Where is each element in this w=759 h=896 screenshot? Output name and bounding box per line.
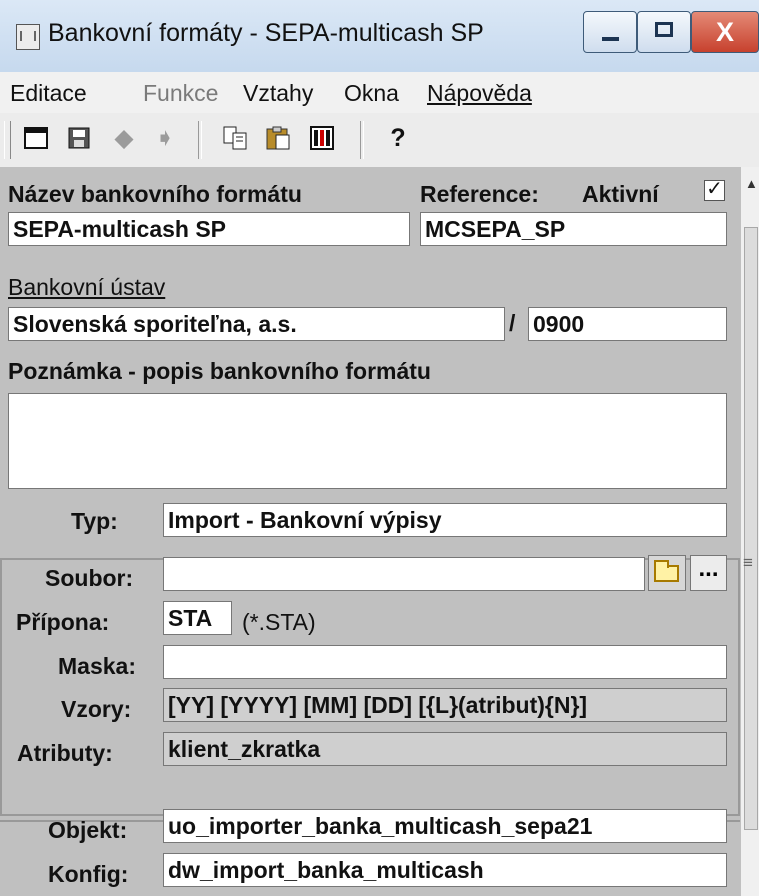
active-checkbox[interactable]: ✓ <box>704 179 725 201</box>
patterns-display: [YY] [YYYY] [MM] [DD] [{L}(atribut){N}] <box>163 688 727 722</box>
menu-napoveda[interactable]: Nápověda <box>427 80 532 107</box>
application-icon[interactable] <box>16 24 40 50</box>
menu-editace[interactable]: Editace <box>10 80 87 107</box>
config-input[interactable]: dw_import_banka_multicash <box>163 853 727 887</box>
minimize-icon <box>602 37 619 41</box>
bank-code-input[interactable]: 0900 <box>528 307 727 341</box>
help-icon[interactable]: ? <box>382 122 414 154</box>
minimize-button[interactable] <box>583 11 637 53</box>
folder-icon <box>654 560 679 582</box>
forward-arrow-icon[interactable]: ➧ <box>149 122 181 154</box>
new-window-icon[interactable] <box>20 122 52 154</box>
browse-folder-button[interactable] <box>648 555 686 591</box>
reference-input[interactable]: MCSEPA_SP <box>420 212 727 246</box>
close-icon: X <box>716 17 735 47</box>
menu-bar: Editace Funkce Vztahy Okna Nápověda <box>0 72 759 114</box>
back-arrow-icon[interactable]: ◆ <box>108 122 140 154</box>
active-label: Aktivní <box>582 181 659 207</box>
scroll-up-icon[interactable]: ▲ <box>745 176 758 191</box>
bank-code-separator: / <box>509 310 516 336</box>
copy-icon[interactable] <box>219 122 251 154</box>
object-label: Objekt: <box>48 817 128 843</box>
scroll-grip-icon: ≡ <box>743 553 753 572</box>
menu-vztahy[interactable]: Vztahy <box>243 80 313 107</box>
browse-dots-button[interactable]: ... <box>690 555 727 591</box>
mask-input[interactable] <box>163 645 727 679</box>
grid-icon[interactable] <box>306 122 338 154</box>
save-icon[interactable] <box>63 122 95 154</box>
extension-input[interactable]: STA <box>163 601 232 635</box>
object-input[interactable]: uo_importer_banka_multicash_sepa21 <box>163 809 727 843</box>
file-settings-panel <box>0 558 740 816</box>
file-label: Soubor: <box>45 565 134 591</box>
close-button[interactable]: X <box>691 11 759 53</box>
toolbar-separator <box>360 121 364 159</box>
toolbar-grip[interactable] <box>4 121 11 159</box>
scroll-thumb[interactable]: ≡ <box>743 227 758 830</box>
type-label: Typ: <box>71 508 118 534</box>
vertical-scrollbar[interactable]: ▲ ≡ <box>740 167 759 896</box>
type-select[interactable]: Import - Bankovní výpisy <box>163 503 727 537</box>
attributes-display: klient_zkratka <box>163 732 727 766</box>
file-input[interactable] <box>163 557 645 591</box>
note-textarea[interactable] <box>8 393 727 489</box>
attributes-label: Atributy: <box>17 740 113 766</box>
bank-name-input[interactable]: Slovenská sporiteľna, a.s. <box>8 307 505 341</box>
config-label: Konfig: <box>48 861 129 887</box>
format-name-label: Název bankovního formátu <box>8 181 302 207</box>
window-title: Bankovní formáty - SEPA-multicash SP <box>48 19 484 47</box>
paste-icon[interactable] <box>262 122 294 154</box>
toolbar: ◆ ➧ ? <box>0 113 759 168</box>
mask-label: Maska: <box>58 653 136 679</box>
maximize-icon <box>655 22 673 37</box>
maximize-button[interactable] <box>637 11 691 53</box>
patterns-label: Vzory: <box>61 696 132 722</box>
form-content: Název bankovního formátu Reference: Akti… <box>0 167 740 896</box>
extension-hint: (*.STA) <box>242 609 316 635</box>
bank-format-window: Bankovní formáty - SEPA-multicash SP X E… <box>0 0 759 896</box>
extension-label: Přípona: <box>16 609 110 635</box>
bank-link[interactable]: Bankovní ústav <box>8 274 165 301</box>
menu-okna[interactable]: Okna <box>344 80 399 107</box>
reference-label: Reference: <box>420 181 539 207</box>
menu-funkce[interactable]: Funkce <box>143 80 218 107</box>
note-label: Poznámka - popis bankovního formátu <box>8 358 431 384</box>
format-name-input[interactable]: SEPA-multicash SP <box>8 212 410 246</box>
title-bar[interactable]: Bankovní formáty - SEPA-multicash SP X <box>0 0 759 72</box>
toolbar-separator <box>198 121 202 159</box>
